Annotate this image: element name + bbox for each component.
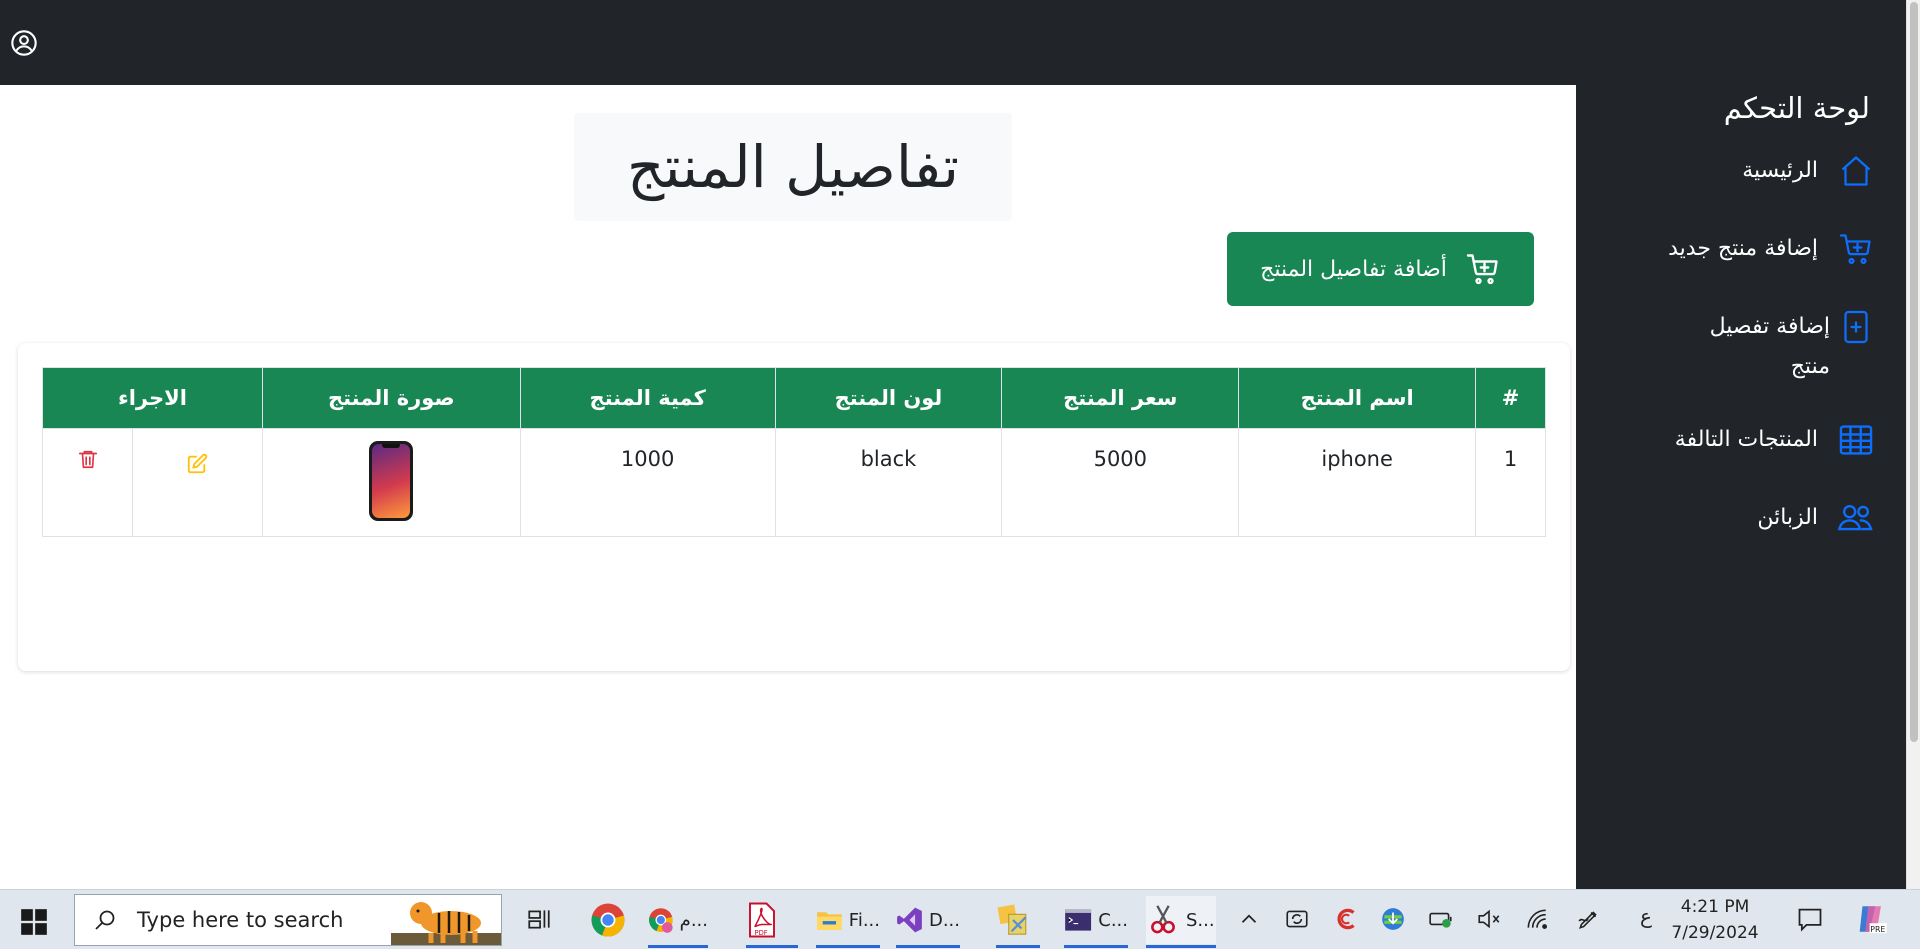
svg-text:PRE: PRE — [1870, 925, 1885, 934]
taskbar-app-label: م... — [679, 909, 708, 931]
battery-icon[interactable] — [1428, 906, 1454, 932]
taskbar-visual-studio[interactable]: D... — [896, 896, 960, 948]
chevron-up-icon[interactable] — [1236, 906, 1262, 932]
table-icon — [1836, 420, 1876, 460]
visual-studio-icon — [897, 907, 922, 933]
scrollbar-thumb[interactable] — [1910, 2, 1918, 742]
chrome-profile-icon — [649, 908, 673, 933]
search-placeholder: Type here to search — [137, 908, 344, 932]
sidebar-item-customers[interactable]: الزبائن — [1757, 498, 1876, 538]
cell-delete — [41, 428, 134, 537]
cell-price: 5000 — [1001, 428, 1240, 537]
language-indicator[interactable]: ع — [1640, 904, 1652, 928]
column-header-index: # — [1475, 367, 1546, 429]
sidebar-item-label: إضافة منتج جديد — [1668, 236, 1818, 261]
people-icon — [1836, 498, 1876, 538]
sidebar-item-label: إضافة تفصيل منتج — [1709, 314, 1830, 379]
edit-icon[interactable] — [186, 453, 208, 475]
globe-download-icon[interactable] — [1380, 906, 1406, 932]
cell-quantity: 1000 — [519, 428, 776, 537]
column-header-quantity: كمية المنتج — [519, 367, 776, 429]
add-product-details-button[interactable]: أضافة تفاصيل المنتج — [1227, 232, 1534, 306]
cell-color: black — [774, 428, 1003, 537]
terminal-icon — [1065, 909, 1092, 931]
cart-plus-icon — [1836, 229, 1876, 269]
ccleaner-icon[interactable] — [1334, 906, 1360, 932]
house-icon — [1836, 151, 1876, 191]
search-icon — [95, 910, 115, 930]
chrome-icon — [591, 903, 625, 937]
add-product-details-label: أضافة تفاصيل المنتج — [1260, 256, 1447, 282]
cell-image — [261, 428, 521, 537]
sidebar-item-label: الرئيسية — [1742, 158, 1818, 183]
copilot-icon[interactable]: PRE — [1854, 902, 1888, 936]
page-title-box: تفاصيل المنتج — [574, 113, 1012, 221]
taskbar-app-label: D... — [928, 909, 960, 931]
taskbar-terminal[interactable]: C... — [1064, 896, 1128, 948]
file-explorer-icon — [817, 912, 842, 931]
volume-muted-icon[interactable] — [1476, 906, 1502, 932]
column-header-name: اسم المنتج — [1238, 367, 1477, 429]
table-row: 1 iphone 5000 black 1000 — [41, 428, 1546, 537]
cell-name: iphone — [1238, 428, 1477, 537]
column-header-actions: الاجراء — [42, 367, 263, 429]
taskbar-app-label: C... — [1098, 909, 1128, 931]
column-header-color: لون المنتج — [774, 367, 1003, 429]
main-content: تفاصيل المنتج أضافة تفاصيل المنتج # اسم … — [0, 85, 1590, 889]
taskbar-chrome-profile[interactable]: م... — [648, 896, 708, 948]
task-view-icon[interactable] — [526, 906, 552, 932]
taskbar-file-explorer[interactable]: Fi... — [816, 896, 880, 948]
clock-date: 7/29/2024 — [1671, 923, 1759, 943]
tiger-illustration-icon — [391, 902, 501, 945]
taskbar-pdf[interactable]: PDF — [746, 896, 798, 948]
user-circle-icon[interactable] — [10, 29, 38, 57]
svg-text:PDF: PDF — [755, 929, 768, 937]
cell-index: 1 — [1475, 428, 1546, 537]
column-header-price: سعر المنتج — [1001, 367, 1240, 429]
windows-start-icon[interactable] — [20, 908, 48, 936]
cell-edit — [132, 428, 263, 537]
page-scrollbar[interactable] — [1906, 0, 1920, 889]
sidebar-item-add-detail[interactable]: إضافة تفصيل منتج — [1670, 307, 1876, 387]
taskbar-app-label: S... — [1186, 909, 1215, 931]
product-image — [369, 441, 414, 521]
sync-icon[interactable] — [1284, 906, 1310, 932]
sidebar-item-label: المنتجات التالفة — [1674, 427, 1818, 452]
sidebar-item-add-product[interactable]: إضافة منتج جديد — [1668, 229, 1876, 269]
top-navbar — [0, 0, 1906, 85]
sidebar: لوحة التحكم الرئيسية إضافة منتج جديد إضا… — [1576, 85, 1906, 889]
sidebar-item-damaged-products[interactable]: المنتجات التالفة — [1675, 420, 1876, 460]
pen-icon[interactable] — [1576, 906, 1602, 932]
pdf-icon: PDF — [749, 902, 775, 938]
wifi-icon[interactable] — [1524, 906, 1550, 932]
taskbar-chrome[interactable] — [590, 896, 626, 944]
products-card: # اسم المنتج سعر المنتج لون المنتج كمية … — [18, 343, 1570, 671]
page-title: تفاصيل المنتج — [626, 133, 960, 201]
file-plus-icon — [1836, 307, 1876, 347]
taskbar-tool[interactable] — [996, 896, 1040, 948]
taskbar: Type here to search م... PDF Fi... D... — [0, 889, 1920, 949]
clock-time: 4:21 PM — [1680, 897, 1750, 917]
taskbar-app-label: Fi... — [848, 909, 880, 931]
notification-icon[interactable] — [1796, 905, 1824, 933]
product-details-table: # اسم المنتج سعر المنتج لون المنتج كمية … — [41, 367, 1546, 537]
sidebar-item-label: الزبائن — [1757, 505, 1818, 530]
cart-plus-icon — [1466, 254, 1498, 285]
column-header-image: صورة المنتج — [261, 367, 521, 429]
clock[interactable]: 4:21 PM 7/29/2024 — [1660, 894, 1770, 946]
snipping-tool-icon — [1151, 905, 1175, 934]
trash-icon[interactable] — [77, 447, 99, 471]
table-header-row: # اسم المنتج سعر المنتج لون المنتج كمية … — [42, 367, 1546, 429]
sidebar-title: لوحة التحكم — [1723, 91, 1870, 125]
tools-icon — [997, 904, 1027, 935]
taskbar-search[interactable]: Type here to search — [74, 894, 502, 946]
taskbar-snipping-tool[interactable]: S... — [1146, 896, 1216, 948]
sidebar-item-home[interactable]: الرئيسية — [1742, 151, 1876, 191]
